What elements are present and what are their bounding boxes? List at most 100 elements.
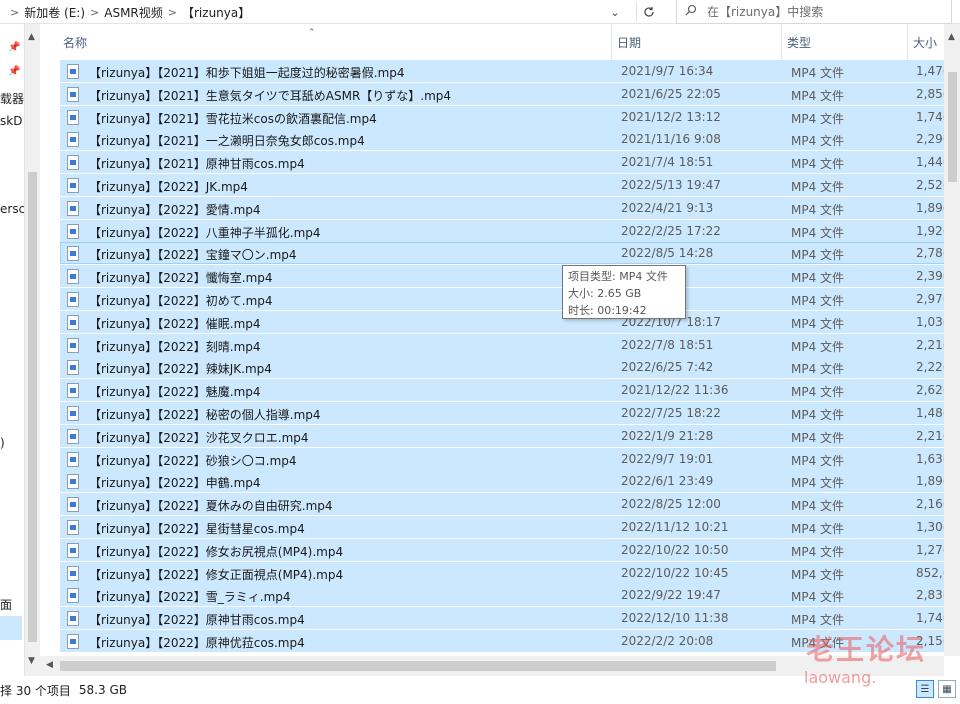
file-name: 【rizunya】【2022】原神甘雨cos.mp4	[89, 613, 305, 628]
nav-item-label[interactable]: )	[0, 436, 5, 450]
file-name: 【rizunya】【2022】星街彗星cos.mp4	[89, 522, 305, 536]
video-file-icon	[67, 269, 79, 285]
large-icons-view-icon[interactable]: ▦	[938, 680, 956, 698]
scroll-up-icon[interactable]: ▲	[28, 32, 35, 42]
file-row[interactable]: 【rizunya】【2022】JK.mp4 2022/5/13 19:47 MP4 …	[60, 174, 960, 196]
file-row[interactable]: 【rizunya】【2021】一之濑明日奈兔女郎cos.mp4 2021/11/1…	[60, 128, 960, 151]
file-name: 【rizunya】【2022】八重神子半孤化.mp4	[89, 225, 321, 240]
file-size: 1,44(	[916, 155, 948, 170]
video-file-icon	[67, 542, 79, 558]
file-row[interactable]: 【rizunya】【2021】生意気タイツで耳舐めASMR【りずな】.mp4 20…	[60, 82, 960, 105]
file-date: 2022/10/22 10:50	[621, 542, 729, 557]
nav-scroll-thumb[interactable]	[28, 172, 37, 642]
horizontal-scrollbar[interactable]: ◀	[40, 656, 944, 676]
file-row[interactable]: 【rizunya】【2022】催眠.mp4 2022/10/7 18:17 MP4 …	[60, 310, 960, 333]
video-file-icon	[67, 155, 79, 171]
file-row[interactable]: 【rizunya】【2022】修女お尻視点(MP4).mp4 2022/10/22…	[60, 538, 960, 561]
breadcrumb[interactable]: > 新加卷 (E:) > ASMR视频 > 【rizunya】	[0, 0, 632, 24]
nav-item-label[interactable]: skD	[0, 114, 22, 128]
file-row[interactable]: 【rizunya】【2022】星街彗星cos.mp4 2022/11/12 10:…	[60, 516, 960, 538]
horizontal-scroll-thumb[interactable]	[60, 661, 776, 671]
file-type: MP4 文件	[791, 476, 845, 491]
nav-item-label[interactable]: 载器	[0, 90, 24, 107]
scroll-up-icon[interactable]: ▲	[948, 32, 955, 42]
file-row[interactable]: 【rizunya】【2022】原神甘雨cos.mp4 2022/12/10 11:…	[60, 607, 960, 630]
file-row[interactable]: 【rizunya】【2022】砂狼シ〇コ.mp4 2022/9/7 19:01 MP…	[60, 447, 960, 470]
breadcrumb-drive[interactable]: 新加卷 (E:)	[24, 4, 85, 21]
file-row[interactable]: 【rizunya】【2021】雪花拉米cosの飲酒裏配信.mp4 2021/12/…	[60, 105, 960, 128]
file-name: 【rizunya】【2022】辣妹JK.mp4	[89, 362, 272, 377]
selection-size: 58.3 GB	[78, 683, 127, 697]
search-input[interactable]: 在【rizunya】中搜索	[707, 3, 823, 20]
file-date: 2022/9/7 19:01	[621, 451, 714, 466]
nav-item-label[interactable]: 面	[0, 596, 12, 613]
scroll-left-icon[interactable]: ◀	[46, 660, 53, 670]
file-type: MP4 文件	[791, 590, 845, 605]
file-name: 【rizunya】【2022】催眠.mp4	[89, 316, 261, 331]
nav-item-selected[interactable]	[0, 616, 22, 640]
column-type[interactable]: 类型	[784, 24, 908, 60]
file-date: 2022/7/8 18:51	[621, 337, 714, 352]
file-row[interactable]: 【rizunya】【2022】魅魔.mp4 2021/12/22 11:36 MP4…	[60, 379, 960, 402]
file-name: 【rizunya】【2022】修女お尻視点(MP4).mp4	[89, 544, 344, 559]
file-row[interactable]: 【rizunya】【2022】懺悔室.mp48:46MP4 文件2,39(	[60, 265, 960, 288]
file-type: MP4 文件	[791, 544, 845, 559]
file-row[interactable]: 【rizunya】【2022】原神优菈cos.mp4 2022/2/2 20:08…	[60, 630, 960, 652]
nav-item-label[interactable]: ersc	[0, 202, 25, 216]
file-size: 2,29(	[916, 132, 948, 147]
file-type: MP4 文件	[791, 339, 845, 354]
file-row[interactable]: 【rizunya】【2021】和歩下姐姐一起度过的秘密暑假.mp4 2021/9/…	[60, 60, 960, 82]
file-name: 【rizunya】【2022】愛情.mp4	[89, 202, 261, 217]
column-name[interactable]: 名称	[60, 24, 612, 60]
breadcrumb-folder-asmr[interactable]: ASMR视频	[104, 4, 163, 21]
file-row[interactable]: 【rizunya】【2022】秘密の個人指導.mp4 2022/7/25 18:2…	[60, 402, 960, 424]
file-type: MP4 文件	[791, 157, 845, 172]
file-row[interactable]: 【rizunya】【2022】修女正面視点(MP4).mp4 2022/10/22…	[60, 561, 960, 584]
file-type: MP4 文件	[791, 430, 845, 445]
file-row[interactable]: 【rizunya】【2022】宝鐘マ〇ン.mp4 2022/8/5 14:28 MP…	[60, 242, 960, 265]
file-name: 【rizunya】【2022】原神优菈cos.mp4	[89, 636, 305, 650]
file-row[interactable]: 【rizunya】【2022】辣妹JK.mp4 2022/6/25 7:42 MP4…	[60, 356, 960, 379]
file-row[interactable]: 【rizunya】【2022】初めて.mp410:40MP4 文件2,97(	[60, 288, 960, 310]
list-scrollbar[interactable]: ▲	[944, 24, 960, 656]
video-file-icon	[67, 292, 79, 307]
pin-icon[interactable]: 📌	[8, 66, 20, 77]
file-name: 【rizunya】【2022】JK.mp4	[89, 180, 248, 194]
details-view-icon[interactable]: ☰	[916, 680, 934, 698]
file-row[interactable]: 【rizunya】【2022】八重神子半孤化.mp4 2022/2/25 17:2…	[60, 219, 960, 242]
file-row[interactable]: 【rizunya】【2022】刻晴.mp4 2022/7/8 18:51 MP4 文…	[60, 333, 960, 356]
search-box[interactable]: 在【rizunya】中搜索	[676, 0, 952, 24]
file-size: 2,39(	[916, 269, 948, 284]
pin-icon[interactable]: 📌	[8, 42, 20, 53]
scroll-down-icon[interactable]: ▼	[28, 656, 35, 666]
file-date: 2022/2/2 20:08	[621, 634, 714, 648]
status-bar: 择 30 个项目 58.3 GB ☰ ▦	[0, 676, 960, 704]
file-date: 2022/6/1 23:49	[621, 474, 714, 489]
column-date[interactable]: 日期	[614, 24, 782, 60]
file-name: 【rizunya】【2021】生意気タイツで耳舐めASMR【りずな】.mp4	[89, 88, 452, 103]
address-history-chevron-down-icon[interactable]: ⌄	[604, 3, 626, 21]
file-row[interactable]: 【rizunya】【2021】原神甘雨cos.mp4 2021/7/4 18:51…	[60, 151, 960, 174]
file-row[interactable]: 【rizunya】【2022】申鶴.mp4 2022/6/1 23:49 MP4 文…	[60, 470, 960, 493]
file-type: MP4 文件	[791, 111, 845, 126]
file-size: 1,92(	[916, 223, 948, 238]
file-type: MP4 文件	[791, 499, 845, 514]
video-file-icon	[67, 109, 79, 125]
file-size: 2,97(	[916, 292, 948, 306]
file-date: 2022/2/25 17:22	[621, 223, 721, 238]
file-row[interactable]: 【rizunya】【2022】愛情.mp4 2022/4/21 9:13 MP4 文…	[60, 196, 960, 219]
file-name: 【rizunya】【2021】原神甘雨cos.mp4	[89, 157, 305, 172]
video-file-icon	[67, 64, 79, 79]
tooltip-size: 大小: 2.65 GB	[568, 287, 642, 300]
video-file-icon	[67, 86, 79, 102]
file-name: 【rizunya】【2021】一之濑明日奈兔女郎cos.mp4	[89, 134, 365, 149]
nav-scrollbar[interactable]: ▲ ▼	[24, 24, 40, 680]
file-row[interactable]: 【rizunya】【2022】雪_ラミィ.mp4 2022/9/22 19:47 M…	[60, 584, 960, 607]
list-scroll-thumb[interactable]	[948, 72, 957, 182]
file-name: 【rizunya】【2022】宝鐘マ〇ン.mp4	[89, 248, 297, 263]
breadcrumb-folder-rizunya[interactable]: 【rizunya】	[182, 4, 250, 21]
file-row[interactable]: 【rizunya】【2022】沙花叉クロエ.mp4 2022/1/9 21:28 M…	[60, 424, 960, 447]
file-name: 【rizunya】【2022】秘密の個人指導.mp4	[89, 408, 321, 422]
file-row[interactable]: 【rizunya】【2022】夏休みの自由研究.mp4 2022/8/25 12:…	[60, 493, 960, 516]
refresh-icon[interactable]	[636, 2, 660, 22]
